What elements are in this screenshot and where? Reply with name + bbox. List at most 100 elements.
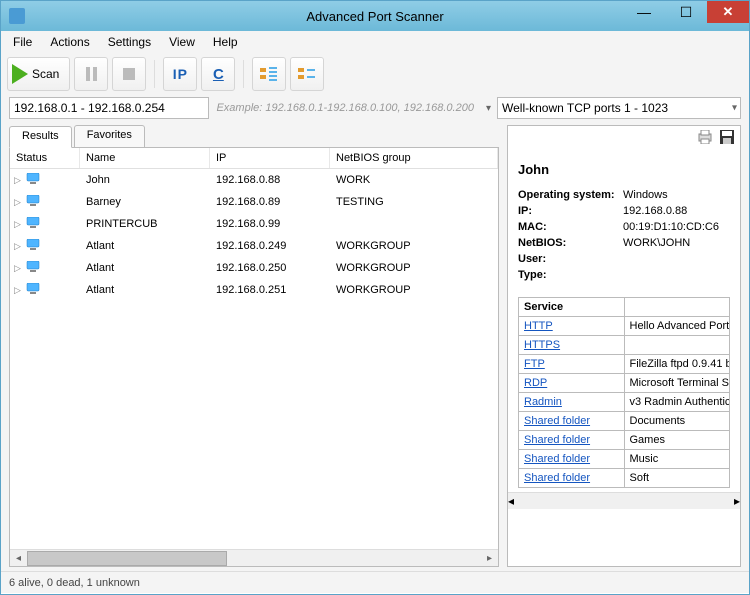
cell-name: John: [80, 174, 210, 186]
scan-label: Scan: [32, 67, 59, 81]
service-link[interactable]: Radmin: [524, 396, 562, 408]
menu-actions[interactable]: Actions: [42, 33, 97, 51]
menu-file[interactable]: File: [5, 33, 40, 51]
expand-icon[interactable]: ▷: [14, 241, 22, 252]
main-content: Results Favorites Status Name IP NetBIOS…: [1, 121, 749, 571]
service-link[interactable]: RDP: [524, 377, 547, 389]
ip-range-input[interactable]: [9, 97, 209, 119]
class-c-button[interactable]: C: [201, 57, 235, 91]
port-range-combo[interactable]: ▾: [497, 97, 741, 119]
expand-icon[interactable]: ▷: [14, 175, 22, 186]
table-row[interactable]: ▷Barney192.168.0.89TESTING: [10, 191, 498, 213]
service-link[interactable]: Shared folder: [524, 434, 590, 446]
table-row[interactable]: ▷Atlant192.168.0.251WORKGROUP: [10, 279, 498, 301]
ip-icon: IP: [173, 66, 188, 82]
value-os: Windows: [623, 187, 668, 203]
service-row[interactable]: Shared folderSoft: [519, 469, 730, 488]
service-row[interactable]: RDPMicrosoft Terminal Service: [519, 374, 730, 393]
col-netbios[interactable]: NetBIOS group: [330, 148, 498, 168]
scroll-right-icon[interactable]: ▸: [481, 553, 498, 564]
scroll-right-icon[interactable]: ▸: [734, 494, 740, 508]
results-table: Status Name IP NetBIOS group ▷ John 192.16…: [9, 147, 499, 567]
host-icon: [26, 239, 40, 254]
tab-results[interactable]: Results: [9, 126, 72, 148]
minimize-button[interactable]: —: [623, 1, 665, 23]
port-range-input[interactable]: [497, 97, 741, 119]
service-desc: Hello Advanced Port Scan: [624, 317, 730, 336]
expand-icon[interactable]: ▷: [14, 263, 22, 274]
scroll-left-icon[interactable]: ◂: [10, 553, 27, 564]
service-row[interactable]: FTP FileZilla ftpd 0.9.41 beta: [519, 355, 730, 374]
col-status[interactable]: Status: [10, 148, 80, 168]
service-link[interactable]: Shared folder: [524, 453, 590, 465]
value-ip: 192.168.0.88: [623, 203, 687, 219]
menu-view[interactable]: View: [161, 33, 203, 51]
host-icon: [26, 195, 40, 210]
label-ip: IP:: [518, 203, 623, 219]
cell-netbios: TESTING: [330, 196, 498, 208]
service-link[interactable]: HTTPS: [524, 339, 560, 351]
col-ip[interactable]: IP: [210, 148, 330, 168]
menu-settings[interactable]: Settings: [100, 33, 159, 51]
window-controls: — ☐ ✕: [623, 1, 749, 23]
scroll-left-icon[interactable]: ◂: [508, 494, 514, 508]
service-row[interactable]: HTTPS: [519, 336, 730, 355]
col-name[interactable]: Name: [80, 148, 210, 168]
detail-panel: John Operating system:Windows IP:192.168…: [507, 125, 741, 567]
service-row[interactable]: Radminv3 Radmin Authentication: [519, 393, 730, 412]
maximize-button[interactable]: ☐: [665, 1, 707, 23]
expand-icon[interactable]: ▷: [14, 285, 22, 296]
collapse-all-button[interactable]: [290, 57, 324, 91]
table-row[interactable]: ▷Atlant192.168.0.250WORKGROUP: [10, 257, 498, 279]
detail-horizontal-scrollbar[interactable]: ◂ ▸: [508, 492, 740, 509]
service-desc: FileZilla ftpd 0.9.41 beta: [624, 355, 730, 374]
service-row[interactable]: HTTP Hello Advanced Port Scan: [519, 317, 730, 336]
stop-icon: [123, 68, 135, 80]
cell-name: Atlant: [80, 284, 210, 296]
menu-help[interactable]: Help: [205, 33, 246, 51]
service-link[interactable]: HTTP: [524, 320, 553, 332]
ip-tool-button[interactable]: IP: [163, 57, 197, 91]
menubar: File Actions Settings View Help: [1, 31, 749, 53]
service-link[interactable]: FTP: [524, 358, 545, 370]
expand-all-button[interactable]: [252, 57, 286, 91]
service-row[interactable]: Shared folderGames: [519, 431, 730, 450]
toolbar-separator: [154, 60, 155, 88]
cell-ip: 192.168.0.249: [210, 240, 330, 252]
expand-icon[interactable]: ▷: [14, 197, 22, 208]
horizontal-scrollbar[interactable]: ◂ ▸: [10, 549, 498, 566]
close-button[interactable]: ✕: [707, 1, 749, 23]
table-header: Status Name IP NetBIOS group: [10, 148, 498, 169]
ip-range-example: Example: 192.168.0.1-192.168.0.100, 192.…: [215, 102, 478, 114]
service-row[interactable]: Shared folderDocuments: [519, 412, 730, 431]
table-row[interactable]: ▷Atlant192.168.0.249WORKGROUP: [10, 235, 498, 257]
pause-button[interactable]: [74, 57, 108, 91]
scroll-thumb[interactable]: [27, 551, 227, 566]
scan-button[interactable]: Scan: [7, 57, 70, 91]
cell-name: Atlant: [80, 240, 210, 252]
cell-name: PRINTERCUB: [80, 218, 210, 230]
save-button[interactable]: [718, 128, 736, 146]
table-row[interactable]: ▷ PRINTERCUB192.168.0.99: [10, 213, 498, 235]
stop-button[interactable]: [112, 57, 146, 91]
service-link[interactable]: Shared folder: [524, 472, 590, 484]
pause-icon: [86, 67, 97, 81]
value-mac: 00:19:D1:10:CD:C6: [623, 219, 719, 235]
toolbar: Scan IP C: [1, 53, 749, 95]
cell-ip: 192.168.0.250: [210, 262, 330, 274]
cell-ip: 192.168.0.99: [210, 218, 330, 230]
service-row[interactable]: Shared folder Music: [519, 450, 730, 469]
host-icon: [26, 173, 40, 188]
service-link[interactable]: Shared folder: [524, 415, 590, 427]
cell-name: Barney: [80, 196, 210, 208]
detail-title: John: [518, 162, 730, 177]
tab-favorites[interactable]: Favorites: [74, 125, 145, 147]
service-desc: Music: [624, 450, 730, 469]
table-row[interactable]: ▷John192.168.0.88WORK: [10, 169, 498, 191]
toolbar-separator: [243, 60, 244, 88]
printer-icon: [697, 130, 713, 144]
expand-icon[interactable]: ▷: [14, 219, 22, 230]
print-button[interactable]: [696, 128, 714, 146]
chevron-down-icon[interactable]: ▾: [486, 103, 491, 114]
value-netbios: WORK\JOHN: [623, 235, 690, 251]
